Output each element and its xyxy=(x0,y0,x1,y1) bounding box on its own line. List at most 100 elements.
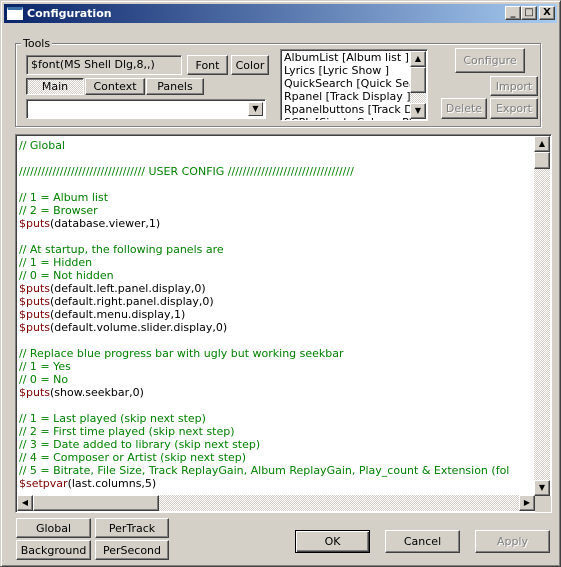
code-line: // 0 = No xyxy=(19,373,533,386)
editor-horizontal-scrollbar[interactable]: ◀ ▶ xyxy=(17,495,535,511)
scroll-up-icon[interactable]: ▲ xyxy=(534,136,550,152)
code-line: $puts(default.menu.display,1) xyxy=(19,308,533,321)
delete-button[interactable]: Delete xyxy=(441,98,487,119)
background-button[interactable]: Background xyxy=(16,540,91,560)
code-token-comment: // 1 = Hidden xyxy=(19,256,93,269)
code-token-func: $puts xyxy=(19,282,50,295)
code-line: // 2 = First time played (skip next step… xyxy=(19,425,533,438)
editor-vscroll-thumb[interactable] xyxy=(534,152,550,169)
scroll-left-icon[interactable]: ◀ xyxy=(17,495,33,511)
code-line: // At startup, the following panels are xyxy=(19,243,533,256)
code-line: $puts(default.right.panel.display,0) xyxy=(19,295,533,308)
scroll-down-icon[interactable]: ▼ xyxy=(410,103,426,119)
code-line: // 2 = Browser xyxy=(19,204,533,217)
apply-button[interactable]: Apply xyxy=(475,530,550,553)
code-token-text: (default.volume.slider.display,0) xyxy=(50,321,228,334)
font-button[interactable]: Font xyxy=(187,55,228,75)
code-token-func: $puts xyxy=(19,295,50,308)
panel-list-item[interactable]: Lyrics [Lyric Show ] xyxy=(284,64,412,77)
code-token-text: (database.viewer,1) xyxy=(50,217,161,230)
code-token-comment: // 3 = Date added to library (skip next … xyxy=(19,438,261,451)
code-token-comment: ////////////////////////////////// USER … xyxy=(19,165,354,178)
code-line: $puts(default.left.panel.display,0) xyxy=(19,282,533,295)
code-token-comment: // 1 = Album list xyxy=(19,191,109,204)
close-button[interactable]: X xyxy=(539,6,555,20)
code-line: $puts(database.viewer,1) xyxy=(19,217,533,230)
code-token-func: $puts xyxy=(19,321,50,334)
maximize-button[interactable]: □ xyxy=(521,6,537,20)
code-line: // 1 = Album list xyxy=(19,191,533,204)
script-editor[interactable]: // Global ///////////////////////////////… xyxy=(15,134,552,513)
code-token-comment: // 2 = Browser xyxy=(19,204,98,217)
code-token-comment: // 1 = Yes xyxy=(19,360,71,373)
panel-list-item[interactable]: Rpanelbuttons [Track Displ xyxy=(284,103,412,116)
cancel-button[interactable]: Cancel xyxy=(385,530,460,553)
code-token-text: (default.left.panel.display,0) xyxy=(50,282,206,295)
code-token-func: $puts xyxy=(19,308,50,321)
font-value-field: $font(MS Shell Dlg,8,,) xyxy=(26,55,182,75)
script-combo[interactable]: ▼ xyxy=(26,99,266,119)
code-line: // Global xyxy=(19,139,533,152)
export-button[interactable]: Export xyxy=(490,98,538,119)
code-line: // 1 = Hidden xyxy=(19,256,533,269)
editor-vertical-scrollbar[interactable]: ▲ ▼ xyxy=(534,136,550,496)
code-token-comment: // 4 = Composer or Artist (skip next ste… xyxy=(19,451,247,464)
global-button[interactable]: Global xyxy=(16,518,91,538)
code-token-comment: // 0 = No xyxy=(19,373,69,386)
ok-button[interactable]: OK xyxy=(295,530,370,553)
code-token-comment: // At startup, the following panels are xyxy=(19,243,224,256)
configure-button[interactable]: Configure xyxy=(455,48,525,73)
tab-context[interactable]: Context xyxy=(85,78,145,95)
code-token-text: (default.menu.display,1) xyxy=(50,308,186,321)
window-title: Configuration xyxy=(27,7,112,20)
panel-list-item[interactable]: AlbumList [Album list ] xyxy=(284,51,412,64)
import-button[interactable]: Import xyxy=(490,76,538,96)
code-line: // 5 = Bitrate, File Size, Track ReplayG… xyxy=(19,464,533,477)
persecond-button[interactable]: PerSecond xyxy=(95,540,169,560)
scroll-down-icon[interactable]: ▼ xyxy=(534,480,550,496)
scroll-right-icon[interactable]: ▶ xyxy=(519,495,535,511)
code-line: ////////////////////////////////// USER … xyxy=(19,165,533,178)
code-token-comment: // 0 = Not hidden xyxy=(19,269,114,282)
code-line: $setpvar(last.columns,5) xyxy=(19,477,533,490)
editor-hscroll-thumb[interactable] xyxy=(33,495,159,511)
listbox-scroll-thumb[interactable] xyxy=(410,67,426,93)
code-token-func: $puts xyxy=(19,386,50,399)
code-line: // 1 = Last played (skip next step) xyxy=(19,412,533,425)
code-line: // 1 = Yes xyxy=(19,360,533,373)
code-token-text: (default.right.panel.display,0) xyxy=(50,295,214,308)
code-token-comment: // Replace blue progress bar with ugly b… xyxy=(19,347,344,360)
panel-list-item[interactable]: Rpanel [Track Display ] xyxy=(284,90,412,103)
color-button[interactable]: Color xyxy=(231,55,269,75)
configuration-window: Configuration _ □ X Tools $font(MS Shell… xyxy=(0,0,561,567)
code-line: $puts(show.seekbar,0) xyxy=(19,386,533,399)
tab-main[interactable]: Main xyxy=(26,78,84,95)
scroll-up-icon[interactable]: ▲ xyxy=(410,51,426,67)
chevron-down-icon[interactable]: ▼ xyxy=(248,102,263,116)
code-token-text: (last.columns,5) xyxy=(67,477,157,490)
code-line: // 4 = Composer or Artist (skip next ste… xyxy=(19,451,533,464)
pertrack-button[interactable]: PerTrack xyxy=(95,518,169,538)
panel-list-item[interactable]: SCPL [Single Column Playli xyxy=(284,116,412,120)
code-token-comment: // 1 = Last played (skip next step) xyxy=(19,412,206,425)
code-token-comment: // 2 = First time played (skip next step… xyxy=(19,425,235,438)
code-token-comment: // Global xyxy=(19,139,65,152)
scroll-corner xyxy=(535,496,551,512)
minimize-button[interactable]: _ xyxy=(505,6,521,20)
listbox-scrollbar[interactable]: ▲ ▼ xyxy=(410,51,426,119)
tools-group-label: Tools xyxy=(21,37,53,50)
code-token-comment: // 5 = Bitrate, File Size, Track ReplayG… xyxy=(19,464,510,477)
title-bar[interactable]: Configuration _ □ X xyxy=(4,4,557,23)
panel-list-item[interactable]: QuickSearch [Quick Search xyxy=(284,77,412,90)
code-line: // Replace blue progress bar with ugly b… xyxy=(19,347,533,360)
code-line: // 0 = Not hidden xyxy=(19,269,533,282)
code-token-func: $puts xyxy=(19,217,50,230)
code-token-text: (show.seekbar,0) xyxy=(50,386,144,399)
panel-listbox[interactable]: AlbumList [Album list ] Lyrics [Lyric Sho… xyxy=(280,49,428,121)
tab-panels[interactable]: Panels xyxy=(146,78,204,95)
code-line: $puts(default.volume.slider.display,0) xyxy=(19,321,533,334)
